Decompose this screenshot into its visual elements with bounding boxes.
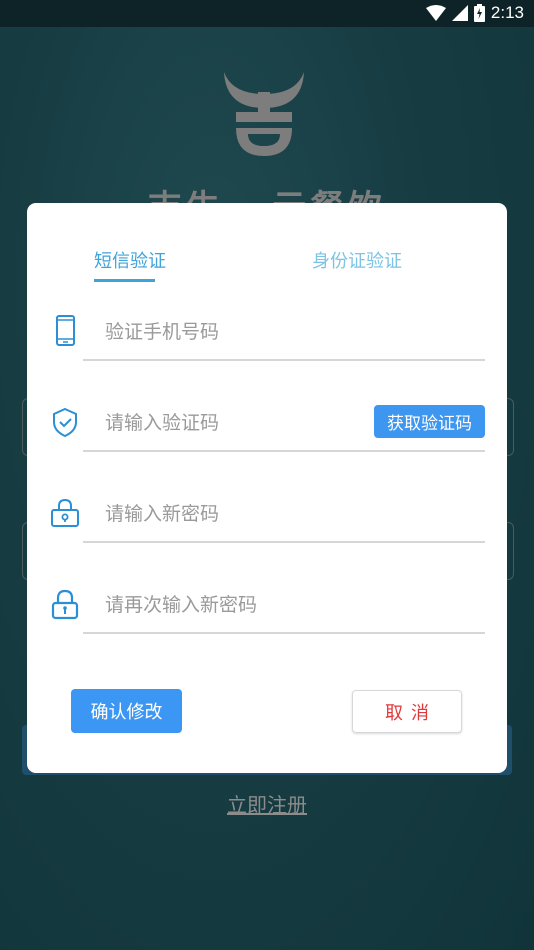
confirm-password-input[interactable]: [83, 578, 485, 634]
new-password-input[interactable]: [83, 487, 485, 543]
tab-sms-verify[interactable]: 短信验证: [94, 247, 166, 273]
app-logo-icon: [224, 72, 304, 156]
lock-keyhole-icon: [51, 498, 79, 527]
phone-row: [27, 305, 507, 365]
confirm-button[interactable]: 确认修改: [71, 689, 182, 733]
cancel-button[interactable]: 取消: [352, 690, 462, 733]
wifi-icon: [425, 5, 446, 21]
get-code-button[interactable]: 获取验证码: [374, 405, 485, 438]
phone-icon: [56, 315, 75, 346]
status-bar: 2:13: [0, 0, 534, 27]
status-time: 2:13: [490, 3, 524, 22]
reset-password-dialog: 短信验证 身份证验证 获取验证码: [27, 203, 507, 773]
register-link[interactable]: 立即注册: [0, 789, 534, 818]
confirm-password-row: [27, 578, 507, 638]
battery-charging-icon: [473, 4, 485, 22]
tab-id-verify[interactable]: 身份证验证: [312, 247, 402, 273]
signal-icon: [451, 5, 468, 21]
active-tab-indicator: [94, 279, 155, 282]
new-password-row: [27, 487, 507, 547]
shield-check-icon: [53, 407, 77, 438]
lock-icon: [51, 589, 79, 620]
phone-input[interactable]: [83, 305, 485, 361]
